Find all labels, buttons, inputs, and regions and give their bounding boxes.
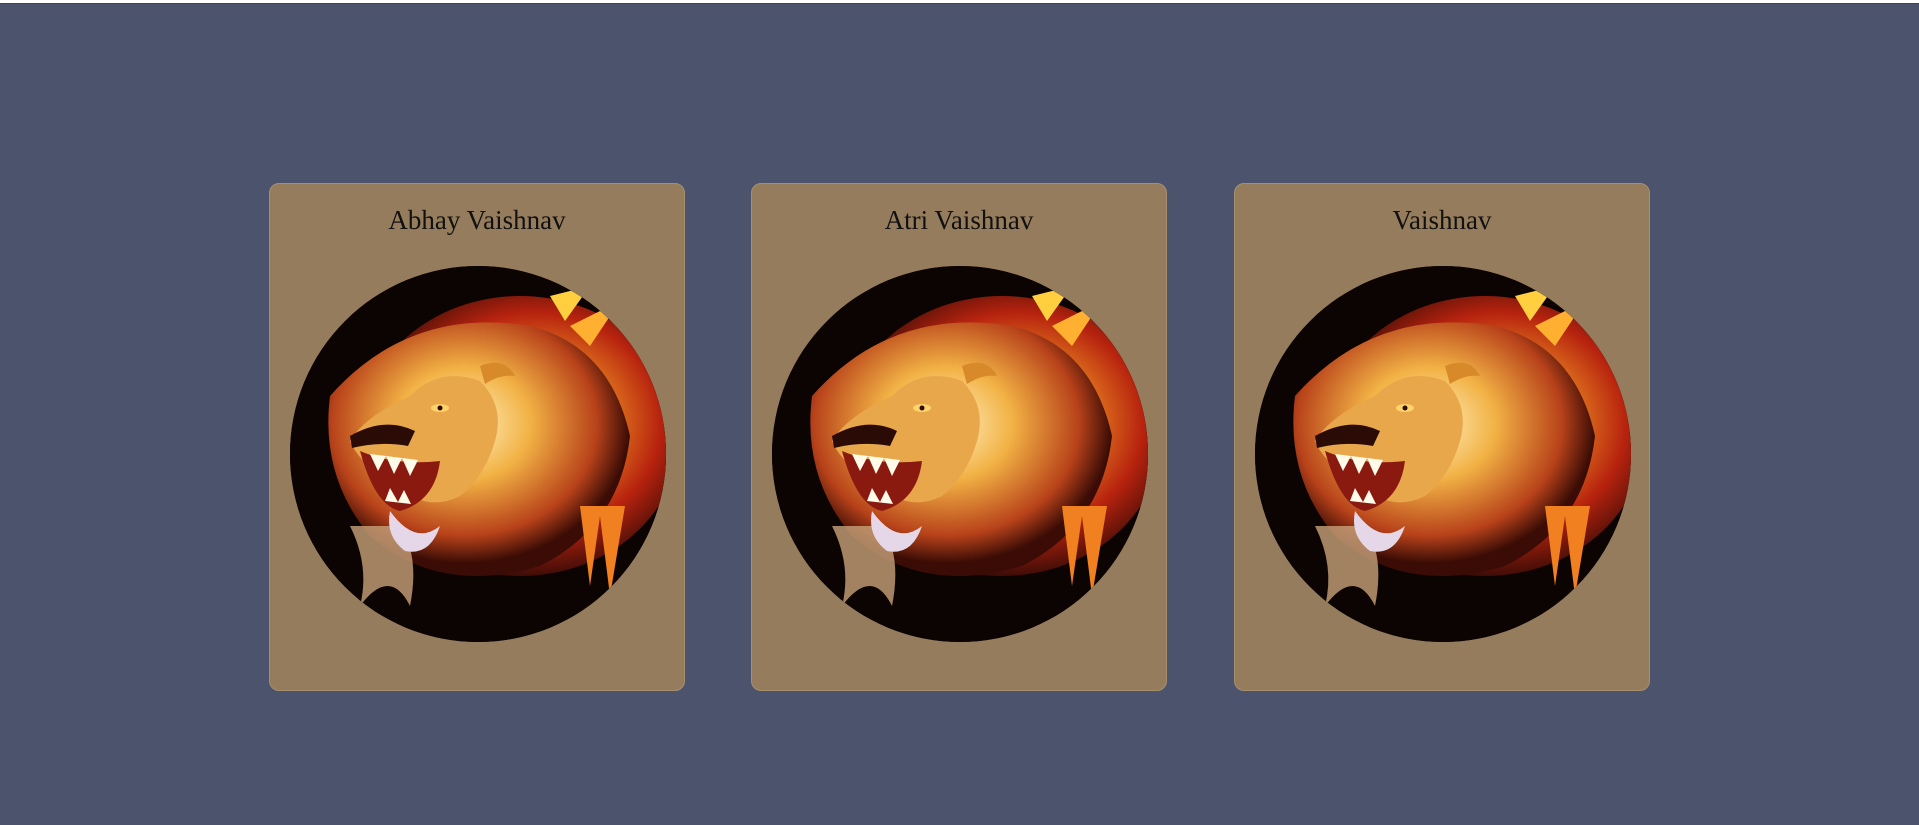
profile-card-2: Atri Vaishnav xyxy=(751,183,1167,691)
profile-card-1: Abhay Vaishnav xyxy=(269,183,685,691)
profile-card-3: Vaishnav xyxy=(1234,183,1650,691)
lion-avatar-image xyxy=(1255,266,1631,642)
lion-avatar-image xyxy=(290,266,666,642)
lion-avatar-image xyxy=(772,266,1148,642)
card-title: Atri Vaishnav xyxy=(884,205,1034,235)
lion-icon xyxy=(290,266,666,642)
card-title: Abhay Vaishnav xyxy=(388,205,566,235)
card-title: Vaishnav xyxy=(1392,205,1492,235)
lion-icon xyxy=(772,266,1148,642)
lion-icon xyxy=(1255,266,1631,642)
